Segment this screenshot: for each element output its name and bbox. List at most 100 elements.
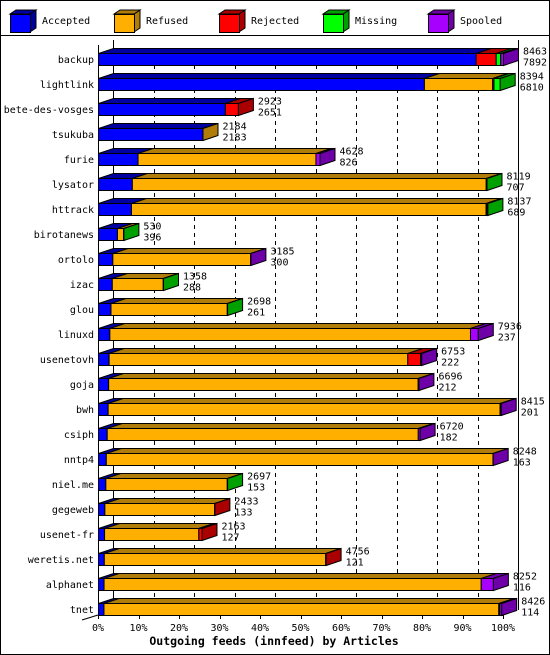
bar-segment-accepted [98, 353, 110, 366]
legend-swatch-spooled [428, 14, 449, 33]
bar-segment-accepted [98, 428, 108, 441]
accepted-label: 6810 [520, 83, 544, 94]
x-tick-label: 80% [413, 623, 431, 634]
category-label: httrack [52, 205, 94, 216]
bar-usenet-fr [98, 522, 218, 542]
category-label: birotanews [34, 230, 94, 241]
accepted-label: 127 [222, 533, 240, 544]
accepted-label: 237 [498, 333, 516, 344]
bar-segment-refused [104, 503, 216, 516]
legend-swatch-rejected [219, 14, 240, 33]
bar-segment-accepted [98, 78, 425, 91]
bar-lysator [98, 172, 503, 192]
category-label: linuxd [58, 330, 94, 341]
bar-segment-refused [131, 178, 487, 191]
bar-segment-refused [104, 528, 200, 541]
x-tick-label: 10% [129, 623, 147, 634]
category-label: furie [64, 155, 94, 166]
bar-bwh [98, 397, 517, 417]
bar-segment-missing [495, 53, 502, 66]
total-label: 8252 [513, 572, 537, 583]
bar-segment-accepted [98, 378, 110, 391]
bar-segment-accepted [98, 228, 118, 241]
total-label: 6753 [441, 347, 465, 358]
bar-top-face-refused [131, 198, 502, 204]
total-label: 1358 [183, 272, 207, 283]
bar-niel-me [98, 472, 244, 492]
bar-segment-accepted [98, 278, 113, 291]
legend-label: Refused [146, 16, 188, 27]
accepted-label: 121 [346, 558, 364, 569]
bar-segment-accepted [98, 253, 114, 266]
bar-top-face-refused [104, 523, 214, 529]
category-label: izac [70, 280, 94, 291]
bar-nntp4 [98, 447, 509, 467]
total-label: 8463 [523, 47, 547, 58]
total-label: 2184 [223, 122, 247, 133]
total-label: 2697 [247, 472, 271, 483]
bar-usenetovh [98, 347, 438, 367]
bar-segment-accepted [98, 578, 105, 591]
bar-birotanews [98, 222, 140, 242]
total-label: 6696 [438, 372, 462, 383]
bar-segment-accepted [98, 103, 226, 116]
category-label: goja [70, 380, 94, 391]
category-label: lysator [52, 180, 94, 191]
bar-segment-rejected [407, 353, 422, 366]
category-label: bwh [76, 405, 94, 416]
bar-segment-refused [137, 153, 317, 166]
category-label: nntp4 [64, 455, 94, 466]
accepted-label: 689 [507, 208, 525, 219]
bar-top-face-refused [104, 548, 341, 554]
category-label: csiph [64, 430, 94, 441]
accepted-label: 261 [247, 308, 265, 319]
bar-segment-refused [110, 303, 228, 316]
legend-swatch-missing [323, 14, 344, 33]
bar-csiph [98, 422, 436, 442]
accepted-label: 133 [234, 508, 252, 519]
bar-top-face-accepted [98, 123, 219, 129]
bar-segment-refused [108, 378, 419, 391]
accepted-label: 826 [339, 158, 357, 169]
bar-goja [98, 372, 435, 392]
innfeed-chart: Accepted Refused Rejected Missing Spooled ba… [0, 0, 550, 655]
bar-top-face-refused [132, 173, 502, 179]
bar-top-face-accepted [98, 73, 440, 79]
bar-backup [98, 47, 519, 67]
bar-top-face-refused [105, 473, 243, 479]
x-tick-label: 20% [170, 623, 188, 634]
legend-swatch-accepted [10, 14, 31, 33]
bar-bete-des-vosges [98, 97, 254, 117]
category-label: backup [58, 55, 94, 66]
accepted-label: 2183 [223, 133, 247, 144]
total-label: 8137 [507, 197, 531, 208]
bar-top-face-refused [107, 423, 434, 429]
bar-segment-spooled [480, 578, 494, 591]
total-label: 4628 [339, 147, 363, 158]
bar-segment-refused [111, 278, 164, 291]
bar-segment-rejected [475, 53, 497, 66]
x-tick-label: 30% [210, 623, 228, 634]
accepted-label: 212 [438, 383, 456, 394]
bar-segment-refused [112, 253, 252, 266]
total-label: 2698 [247, 297, 271, 308]
x-tick-label: 90% [453, 623, 471, 634]
total-label: 8426 [521, 597, 545, 608]
bar-top-face-refused [108, 348, 423, 354]
accepted-label: 2651 [258, 108, 282, 119]
x-tick-label: 60% [332, 623, 350, 634]
bar-top-face-refused [137, 148, 332, 154]
x-tick-label: 40% [251, 623, 269, 634]
accepted-label: 182 [440, 433, 458, 444]
total-label: 8119 [507, 172, 531, 183]
bar-segment-accepted [98, 128, 204, 141]
accepted-label: 153 [247, 483, 265, 494]
accepted-label: 7892 [523, 58, 547, 69]
accepted-label: 201 [521, 408, 539, 419]
chart-title: Outgoing feeds (innfeed) by Articles [149, 634, 398, 648]
bar-segment-accepted [98, 178, 133, 191]
accepted-label: 114 [521, 608, 539, 619]
accepted-label: 300 [270, 258, 288, 269]
category-label: tsukuba [52, 130, 94, 141]
bar-gegeweb [98, 497, 231, 517]
